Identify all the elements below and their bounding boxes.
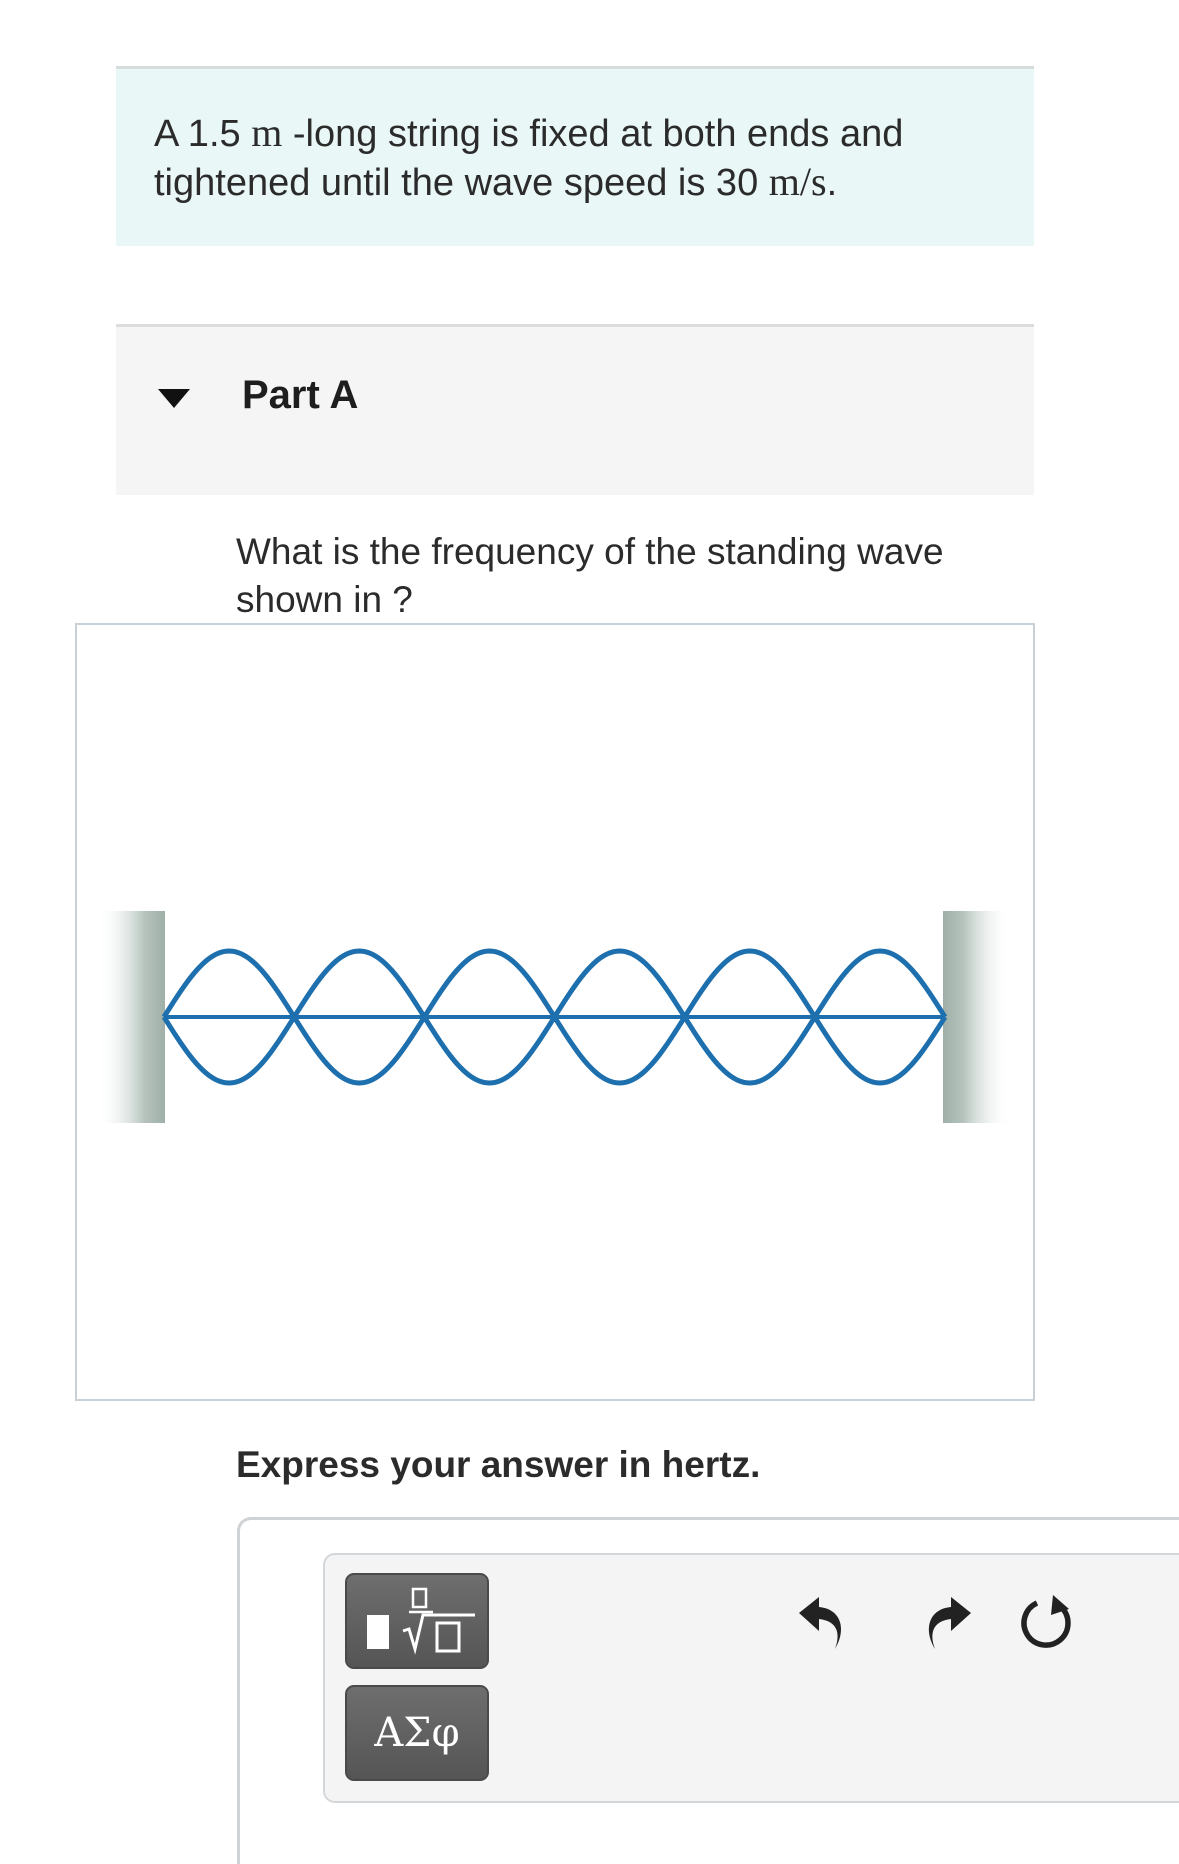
- speed-unit: m/s: [768, 159, 827, 204]
- undo-arrow-icon: [799, 1597, 842, 1649]
- redo-arrow-icon: [928, 1597, 971, 1649]
- collapse-triangle-icon[interactable]: [158, 389, 190, 408]
- length-unit: m: [251, 110, 283, 155]
- intro-prefix: A 1.5: [154, 113, 252, 155]
- problem-intro: A 1.5 m -long string is fixed at both en…: [116, 66, 1034, 246]
- answer-instruction: Express your answer in hertz.: [236, 1444, 761, 1485]
- reset-button[interactable]: [1015, 1591, 1079, 1655]
- question-text: What is the frequency of the standing wa…: [236, 531, 944, 620]
- part-title: Part A: [242, 373, 359, 417]
- symbols-label: ΑΣφ: [374, 1710, 460, 1756]
- templates-button[interactable]: [345, 1573, 489, 1669]
- symbols-button[interactable]: ΑΣφ: [345, 1685, 489, 1781]
- intro-text: A 1.5 m -long string is fixed at both en…: [154, 109, 1014, 207]
- wave-envelope-upper: [161, 948, 948, 1022]
- math-toolbar: ΑΣφ: [323, 1553, 1179, 1803]
- left-fixed-post: [97, 911, 165, 1123]
- intro-suffix: .: [826, 162, 838, 204]
- reset-circular-arrow-icon: [1021, 1595, 1071, 1648]
- fraction-radical-template-icon: [367, 1587, 475, 1655]
- redo-button[interactable]: [911, 1591, 975, 1655]
- standing-wave-diagram: [97, 911, 1011, 1123]
- standing-wave-figure: [75, 623, 1035, 1401]
- undo-button[interactable]: [795, 1591, 859, 1655]
- part-a-header[interactable]: Part A: [116, 324, 1034, 495]
- wave-envelope-lower: [161, 1012, 948, 1086]
- right-fixed-post: [943, 911, 1011, 1123]
